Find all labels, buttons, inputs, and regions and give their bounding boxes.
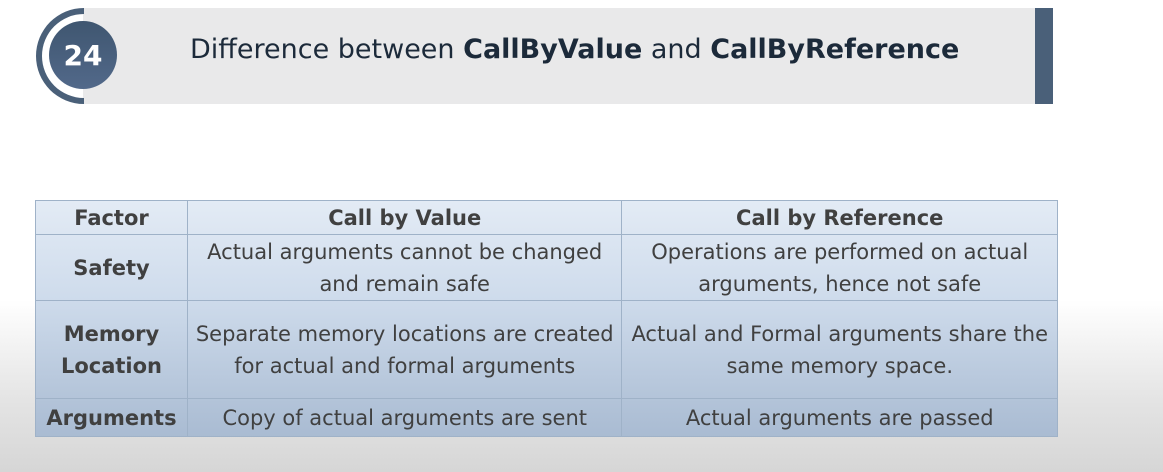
header-call-by-value: Call by Value	[186, 200, 623, 235]
table-header-row: Factor Call by Value Call by Reference	[35, 200, 1058, 235]
value-cell: Actual arguments cannot be changed and r…	[186, 234, 623, 301]
comparison-table: Factor Call by Value Call by Reference S…	[35, 200, 1058, 437]
value-cell: Copy of actual arguments are sent	[186, 398, 623, 437]
header-factor: Factor	[35, 200, 188, 235]
factor-cell: Arguments	[35, 398, 188, 437]
table-row: Arguments Copy of actual arguments are s…	[35, 398, 1058, 437]
slide-number-badge: 24	[49, 21, 117, 89]
banner-accent-bar	[1035, 8, 1053, 104]
reference-cell: Actual arguments are passed	[621, 398, 1058, 437]
factor-cell: Safety	[35, 234, 188, 301]
slide-title: Difference between CallByValue and CallB…	[190, 34, 960, 65]
reference-cell: Actual and Formal arguments share the sa…	[621, 300, 1058, 399]
table-row: Memory Location Separate memory location…	[35, 300, 1058, 399]
table-row: Safety Actual arguments cannot be change…	[35, 234, 1058, 301]
value-cell: Separate memory locations are created fo…	[186, 300, 623, 399]
header-call-by-reference: Call by Reference	[621, 200, 1058, 235]
reference-cell: Operations are performed on actual argum…	[621, 234, 1058, 301]
factor-cell: Memory Location	[35, 300, 188, 399]
